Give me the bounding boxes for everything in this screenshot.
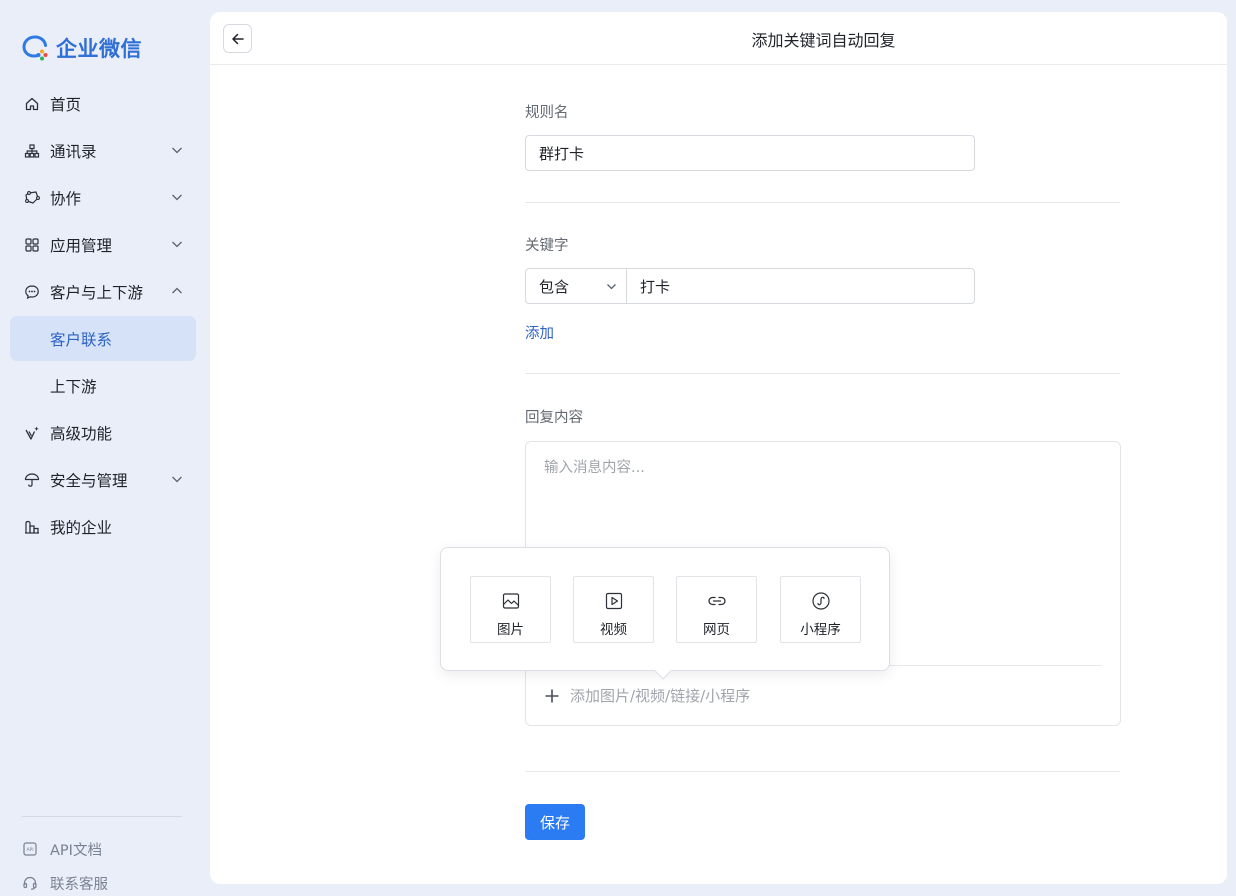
attachment-popover: 图片 视频 网页 小程序 [440, 547, 890, 680]
add-attachment-label: 添加图片/视频/链接/小程序 [570, 687, 751, 705]
sparkle-icon [24, 425, 40, 441]
save-button[interactable]: 保存 [525, 804, 585, 840]
sidebar-item-label: 客户与上下游 [50, 283, 144, 302]
chat-bubble-icon [24, 284, 40, 300]
page-header: 添加关键词自动回复 [210, 12, 1227, 65]
sidebar-item-home[interactable]: 首页 [10, 81, 196, 126]
org-chart-icon [24, 143, 40, 159]
plus-icon [545, 689, 559, 702]
sidebar-item-collaboration[interactable]: 协作 [10, 175, 196, 220]
customer-service-label: 联系客服 [50, 876, 108, 893]
video-icon [605, 592, 622, 610]
sidebar-item-contacts[interactable]: 通讯录 [10, 128, 196, 173]
section-divider [525, 202, 1120, 203]
attach-option-label: 小程序 [800, 622, 841, 638]
sidebar-item-label: 我的企业 [50, 518, 113, 537]
attach-mini-program-option[interactable]: 小程序 [780, 576, 861, 643]
chevron-down-icon [172, 476, 182, 483]
api-doc-icon: API [22, 841, 38, 857]
building-icon [24, 519, 40, 535]
sidebar-item-label: 上下游 [50, 377, 97, 396]
link-icon [707, 596, 726, 606]
sidebar: 企业微信 首页 通讯录 协作 应用管理 客户与上下游 客户联系 上下游 高级功能… [0, 0, 206, 896]
sidebar-item-customers[interactable]: 客户与上下游 [10, 269, 196, 314]
keyword-input[interactable]: 打卡 [626, 268, 975, 304]
attach-option-label: 视频 [600, 622, 627, 638]
sidebar-item-customer-contact[interactable]: 客户联系 [10, 316, 196, 361]
home-icon [24, 96, 40, 112]
api-docs-label: API文档 [50, 842, 102, 859]
reply-placeholder: 输入消息内容... [544, 460, 645, 476]
main-panel: 添加关键词自动回复 规则名 群打卡 关键字 包含 打卡 添加 回复内容 输入消息… [210, 12, 1227, 884]
brand-name: 企业微信 [56, 37, 142, 61]
sidebar-item-label: 协作 [50, 189, 82, 208]
sidebar-item-advanced[interactable]: 高级功能 [10, 410, 196, 455]
page-title: 添加关键词自动回复 [751, 31, 896, 50]
section-divider [525, 373, 1120, 374]
image-icon [502, 593, 519, 609]
sidebar-item-app-management[interactable]: 应用管理 [10, 222, 196, 267]
collaboration-icon [24, 190, 40, 206]
attach-option-label: 图片 [497, 622, 524, 638]
sidebar-item-label: 首页 [50, 95, 82, 114]
sidebar-item-my-enterprise[interactable]: 我的企业 [10, 504, 196, 549]
api-docs-link[interactable]: API API文档 [22, 832, 108, 866]
wecom-logo-icon [22, 35, 48, 61]
sidebar-item-label: 通讯录 [50, 142, 97, 161]
attach-image-option[interactable]: 图片 [470, 576, 551, 643]
attach-video-option[interactable]: 视频 [573, 576, 654, 643]
sidebar-item-label: 安全与管理 [50, 471, 128, 490]
sidebar-item-label: 应用管理 [50, 236, 113, 255]
match-type-value: 包含 [539, 277, 570, 296]
brand-logo[interactable]: 企业微信 [22, 34, 142, 62]
chevron-down-icon [172, 194, 182, 201]
chevron-down-icon [172, 147, 182, 154]
chevron-up-icon [172, 287, 182, 294]
sidebar-item-label: 客户联系 [50, 330, 113, 349]
rule-name-label: 规则名 [525, 105, 569, 121]
add-attachment-button[interactable]: 添加图片/视频/链接/小程序 [544, 685, 750, 706]
section-divider [525, 771, 1120, 772]
customer-service-link[interactable]: 联系客服 [22, 866, 108, 896]
umbrella-icon [24, 472, 40, 488]
attach-option-label: 网页 [703, 622, 730, 638]
sidebar-divider [22, 816, 182, 817]
sidebar-item-security[interactable]: 安全与管理 [10, 457, 196, 502]
match-type-select[interactable]: 包含 [525, 268, 627, 304]
rule-name-input[interactable]: 群打卡 [525, 135, 975, 171]
sidebar-item-upstream-downstream[interactable]: 上下游 [10, 363, 196, 408]
attach-webpage-option[interactable]: 网页 [676, 576, 757, 643]
sidebar-item-label: 高级功能 [50, 424, 113, 443]
sidebar-footer: API API文档 联系客服 [22, 832, 108, 896]
mini-program-icon [811, 592, 830, 610]
chevron-down-icon [607, 284, 616, 290]
svg-text:API: API [26, 847, 33, 853]
chevron-down-icon [172, 241, 182, 248]
reply-content-label: 回复内容 [525, 410, 583, 426]
add-keyword-link[interactable]: 添加 [525, 322, 554, 343]
headset-icon [22, 875, 38, 891]
keyword-label: 关键字 [525, 238, 569, 254]
apps-grid-icon [24, 237, 40, 253]
sidebar-nav: 首页 通讯录 协作 应用管理 客户与上下游 客户联系 上下游 高级功能 安全与管… [10, 81, 196, 551]
